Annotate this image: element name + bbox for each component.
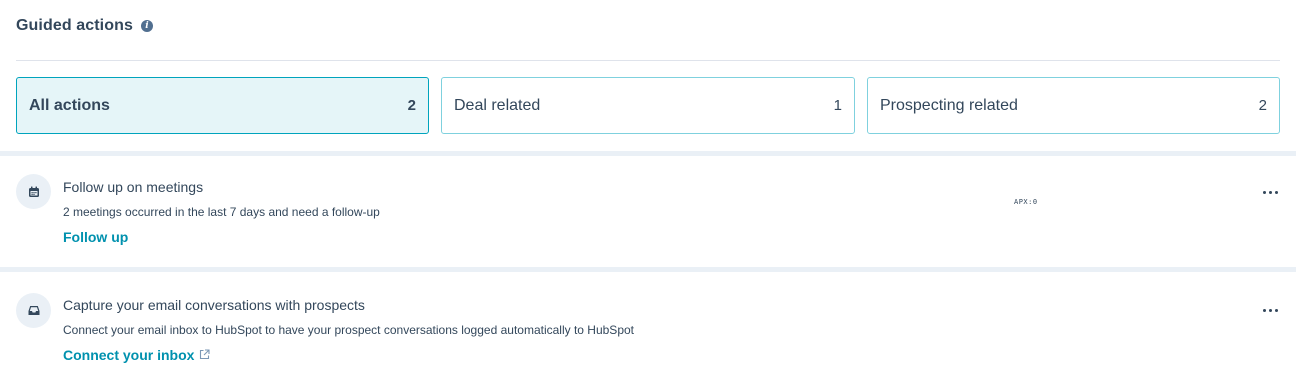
stray-label: APX:0	[1014, 198, 1038, 206]
dot	[1274, 308, 1278, 312]
filter-label: All actions	[29, 96, 110, 114]
panel-header: Guided actions i	[16, 17, 153, 35]
action-title: Follow up on meetings	[63, 179, 204, 195]
filter-label: Prospecting related	[880, 96, 1018, 114]
dot	[1274, 190, 1278, 194]
filter-count: 2	[407, 97, 416, 114]
info-icon[interactable]: i	[140, 20, 153, 32]
filter-tabs: All actions 2 Deal related 1 Prospecting…	[16, 77, 1280, 134]
dot	[1268, 190, 1272, 194]
dot	[1268, 308, 1272, 312]
action-item-capture-email: Capture your email conversations with pr…	[0, 272, 1296, 387]
action-description: 2 meetings occurred in the last 7 days a…	[63, 205, 380, 219]
page-title: Guided actions	[16, 17, 133, 34]
filter-deal-related[interactable]: Deal related 1	[441, 77, 855, 134]
filter-count: 2	[1258, 97, 1267, 114]
more-options-button[interactable]	[1260, 182, 1280, 202]
action-item-follow-up-meetings: Follow up on meetings 2 meetings occurre…	[0, 156, 1296, 267]
filter-count: 1	[833, 97, 842, 114]
calendar-icon	[16, 174, 51, 209]
connect-inbox-link[interactable]: Connect your inbox	[63, 347, 211, 363]
dot	[1262, 190, 1266, 194]
action-description: Connect your email inbox to HubSpot to h…	[63, 323, 634, 337]
action-title: Capture your email conversations with pr…	[63, 297, 365, 313]
filter-prospecting-related[interactable]: Prospecting related 2	[867, 77, 1280, 134]
more-options-button[interactable]	[1260, 300, 1280, 320]
follow-up-link[interactable]: Follow up	[63, 229, 128, 245]
filter-label: Deal related	[454, 96, 541, 114]
link-label: Follow up	[63, 229, 129, 245]
inbox-icon	[16, 293, 51, 328]
dot	[1262, 308, 1266, 312]
link-label: Connect your inbox	[63, 347, 195, 363]
guided-actions-panel: Guided actions i All actions 2 Deal rela…	[0, 0, 1296, 150]
filter-all-actions[interactable]: All actions 2	[16, 77, 429, 134]
external-link-icon	[199, 347, 211, 363]
divider	[16, 60, 1280, 61]
